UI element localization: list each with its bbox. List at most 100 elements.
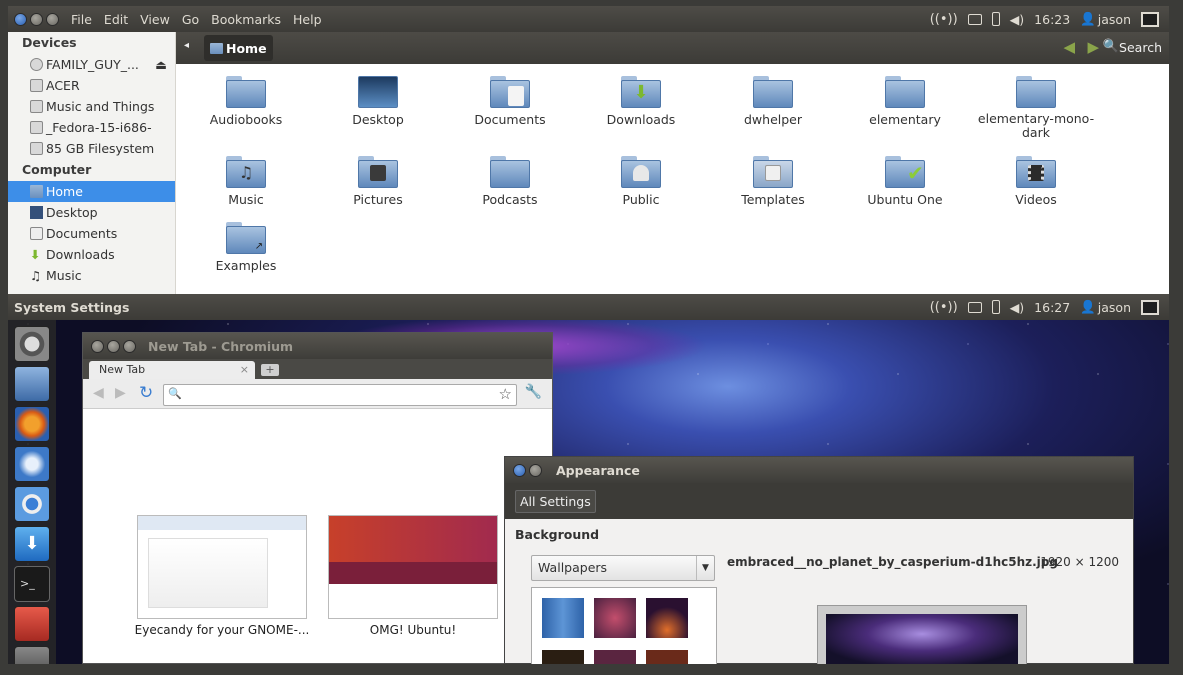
thumbnail-caption-eyecandy[interactable]: Eyecandy for your GNOME-...	[127, 623, 317, 637]
back-arrow-icon[interactable]: ◀	[93, 385, 104, 401]
wallpaper-thumb-6[interactable]	[646, 650, 688, 664]
menu-edit[interactable]: Edit	[104, 12, 128, 27]
thumbnail-eyecandy[interactable]	[137, 515, 307, 619]
session-icon[interactable]	[1141, 11, 1159, 27]
file-examples[interactable]: ↗ Examples	[186, 222, 306, 273]
terminal-icon[interactable]: >_	[14, 566, 50, 602]
user-icon[interactable]: 👤	[1080, 299, 1096, 315]
forward-arrow-icon[interactable]: ▶	[1087, 38, 1099, 56]
volume-icon[interactable]: ◀)	[1010, 300, 1025, 315]
video-editor-icon[interactable]	[14, 646, 50, 664]
search-button[interactable]: Search	[1119, 40, 1162, 55]
maximize-window-button[interactable]	[123, 339, 136, 353]
wallpaper-thumb-4[interactable]	[542, 650, 584, 664]
sidebar-item-desktop[interactable]: Desktop	[8, 202, 175, 223]
search-icon[interactable]: 🔍	[1103, 39, 1119, 54]
file-videos[interactable]: Videos	[976, 156, 1096, 207]
sidebar-item-filesystem[interactable]: 85 GB Filesystem	[8, 138, 175, 159]
drive-icon	[30, 100, 43, 113]
eject-icon[interactable]: ⏏	[155, 54, 167, 75]
tab-new-tab[interactable]: New Tab ×	[89, 361, 255, 379]
file-documents[interactable]: Documents	[450, 76, 570, 127]
file-dwhelper[interactable]: dwhelper	[713, 76, 833, 127]
wifi-icon[interactable]: ((•))	[930, 12, 958, 27]
sidebar-item-fedora[interactable]: _Fedora-15-i686-	[8, 117, 175, 138]
file-pictures[interactable]: Pictures	[318, 156, 438, 207]
sidebar-item-music[interactable]: ♫ Music	[8, 265, 175, 286]
wallpaper-thumb-3[interactable]	[646, 598, 688, 638]
chevron-down-icon[interactable]: ▼	[696, 556, 714, 580]
sidebar-item-music-and-things[interactable]: Music and Things	[8, 96, 175, 117]
menu-bookmarks[interactable]: Bookmarks	[211, 12, 281, 27]
minimize-window-button[interactable]	[529, 463, 542, 477]
all-settings-button[interactable]: All Settings	[515, 489, 596, 513]
camera-icon	[370, 165, 386, 181]
sidebar-item-downloads[interactable]: ⬇ Downloads	[8, 244, 175, 265]
file-view: Audiobooks Desktop Documents ⬇ Downloads …	[176, 64, 1169, 294]
menu-go[interactable]: Go	[182, 12, 199, 27]
clock[interactable]: 16:23	[1034, 12, 1070, 27]
menu-file[interactable]: File	[71, 12, 92, 27]
bookmark-star-icon[interactable]: ☆	[499, 385, 512, 403]
back-arrow-icon[interactable]: ◀	[1063, 38, 1075, 56]
mail-icon[interactable]	[967, 301, 982, 313]
sidebar-toggle-icon[interactable]: ◂	[184, 40, 189, 51]
file-templates[interactable]: Templates	[713, 156, 833, 207]
minimize-window-button[interactable]	[107, 339, 120, 353]
thumbnail-omg-ubuntu[interactable]	[328, 515, 498, 619]
omnibox[interactable]: 🔍 ☆	[163, 384, 517, 406]
wallpaper-thumb-2[interactable]	[594, 598, 636, 638]
user-name[interactable]: jason	[1098, 300, 1131, 315]
user-icon[interactable]: 👤	[1080, 11, 1096, 27]
battery-icon[interactable]	[991, 12, 1000, 26]
menu-view[interactable]: View	[140, 12, 170, 27]
film-icon	[1028, 165, 1044, 181]
thunderbird-icon[interactable]	[14, 446, 50, 482]
forward-arrow-icon[interactable]: ▶	[115, 385, 126, 401]
download-arrow-icon: ⬇	[633, 82, 649, 103]
reload-icon[interactable]: ↻	[139, 383, 153, 403]
battery-icon[interactable]	[991, 300, 1000, 314]
menu-help[interactable]: Help	[293, 12, 322, 27]
session-icon[interactable]	[1141, 299, 1159, 315]
wifi-icon[interactable]: ((•))	[930, 300, 958, 315]
minimize-window-button[interactable]	[30, 12, 43, 26]
sidebar-item-family-guy[interactable]: FAMILY_GUY_... ⏏	[8, 54, 175, 75]
breadcrumb-home[interactable]: Home	[204, 35, 273, 61]
file-audiobooks[interactable]: Audiobooks	[186, 76, 306, 127]
wallpaper-thumb-5[interactable]	[594, 650, 636, 664]
firefox-icon[interactable]	[14, 406, 50, 442]
file-music[interactable]: ♫ Music	[186, 156, 306, 207]
file-elementary[interactable]: elementary	[845, 76, 965, 127]
software-center-icon[interactable]: ⬇	[14, 526, 50, 562]
volume-icon[interactable]: ◀)	[1010, 12, 1025, 27]
thumbnail-caption-omg-ubuntu[interactable]: OMG! Ubuntu!	[318, 623, 508, 637]
indicator-tray: ((•)) ◀) 16:27 👤 jason	[930, 294, 1169, 320]
wallpaper-source-combo[interactable]: Wallpapers ▼	[531, 555, 715, 581]
top-panel: File Edit View Go Bookmarks Help ((•)) ◀…	[8, 6, 1169, 32]
home-folder-launcher-icon[interactable]	[14, 366, 50, 402]
file-podcasts[interactable]: Podcasts	[450, 156, 570, 207]
maximize-window-button[interactable]	[46, 12, 59, 26]
wallpaper-thumb-1[interactable]	[542, 598, 584, 638]
user-name[interactable]: jason	[1098, 12, 1131, 27]
close-tab-icon[interactable]: ×	[240, 361, 249, 379]
sidebar-item-home[interactable]: Home	[8, 181, 175, 202]
sidebar-item-documents[interactable]: Documents	[8, 223, 175, 244]
close-window-button[interactable]	[91, 339, 104, 353]
sidebar-item-acer[interactable]: ACER	[8, 75, 175, 96]
close-window-button[interactable]	[14, 12, 27, 26]
dash-home-icon[interactable]	[14, 326, 50, 362]
mail-icon[interactable]	[967, 13, 982, 25]
chromium-icon[interactable]	[14, 486, 50, 522]
close-window-button[interactable]	[513, 463, 526, 477]
file-elementary-mono-dark[interactable]: elementary-mono-dark	[976, 76, 1096, 140]
file-public[interactable]: Public	[581, 156, 701, 207]
file-desktop[interactable]: Desktop	[318, 76, 438, 127]
wrench-icon[interactable]: 🔧	[525, 384, 542, 400]
clock[interactable]: 16:27	[1034, 300, 1070, 315]
install-icon[interactable]	[14, 606, 50, 642]
file-downloads[interactable]: ⬇ Downloads	[581, 76, 701, 127]
new-tab-button[interactable]: +	[261, 364, 279, 376]
file-ubuntu-one[interactable]: ✔ Ubuntu One	[845, 156, 965, 207]
